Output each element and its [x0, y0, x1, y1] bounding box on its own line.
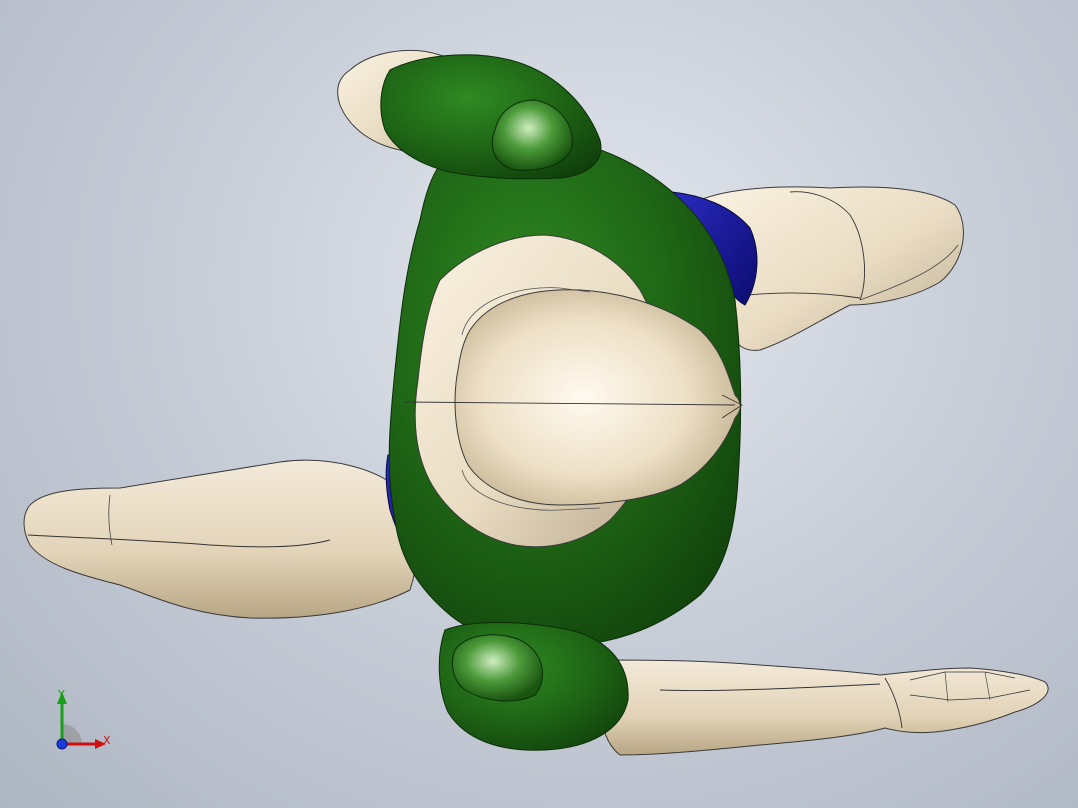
y-axis-label: Y	[58, 688, 65, 701]
x-axis-label: X	[103, 734, 111, 747]
axis-triad-graphic	[56, 692, 106, 750]
axis-triad: X Y	[40, 680, 130, 760]
upper-sleeve	[380, 54, 602, 180]
3d-viewport[interactable]: X Y	[0, 0, 1078, 808]
left-leg	[23, 459, 417, 619]
human-model[interactable]	[0, 0, 1078, 808]
lower-arm	[597, 659, 1049, 756]
